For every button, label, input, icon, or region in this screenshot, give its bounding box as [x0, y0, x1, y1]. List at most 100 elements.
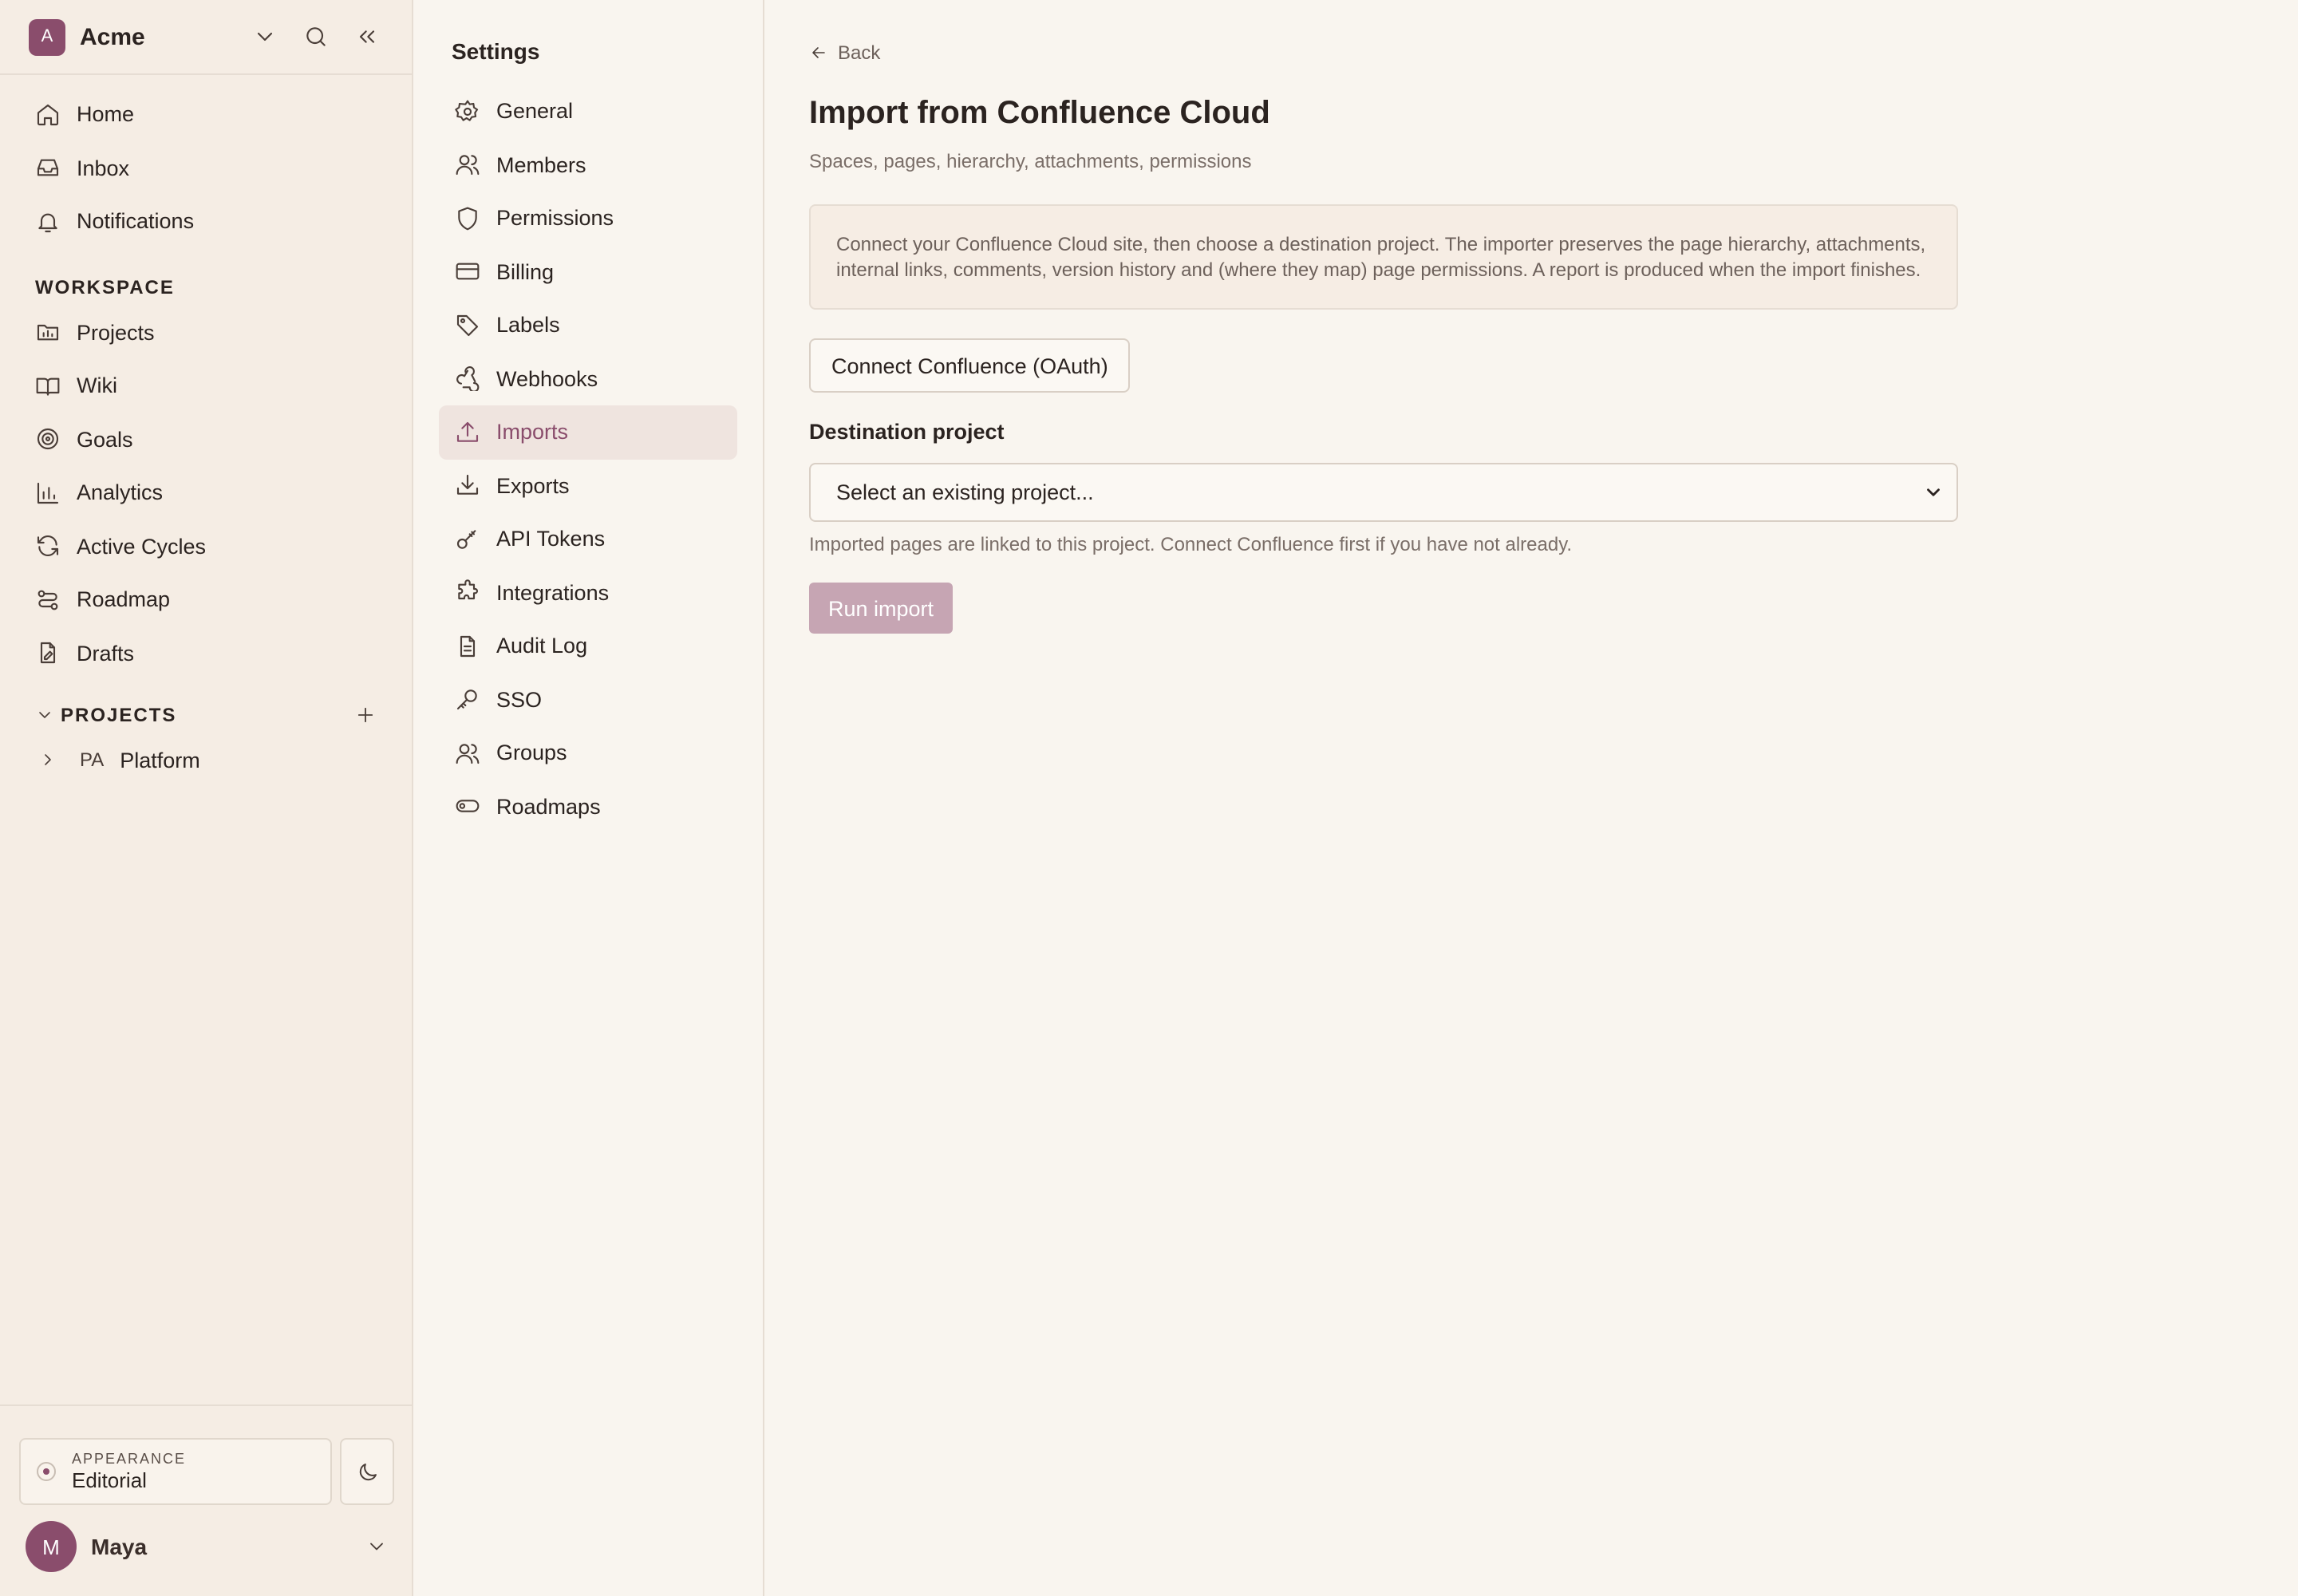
chevron-down-icon[interactable]: [246, 18, 284, 56]
settings-item-api-tokens[interactable]: API Tokens: [439, 512, 737, 566]
nav-item-inbox[interactable]: Inbox: [0, 141, 412, 195]
nav-item-drafts[interactable]: Drafts: [0, 626, 412, 680]
nav-item-wiki[interactable]: Wiki: [0, 359, 412, 413]
users-icon: [456, 743, 480, 764]
user-menu[interactable]: M Maya: [19, 1521, 394, 1572]
user-icon: [456, 155, 480, 176]
inbox-icon: [37, 160, 59, 176]
settings-item-integrations[interactable]: Integrations: [439, 566, 737, 619]
settings-item-billing[interactable]: Billing: [439, 245, 737, 298]
chevron-down-icon: [39, 712, 50, 718]
search-icon[interactable]: [297, 18, 335, 56]
nav-item-label: Active Cycles: [77, 534, 207, 559]
workspace-avatar[interactable]: A: [29, 18, 65, 55]
settings-item-labels[interactable]: Labels: [439, 298, 737, 352]
credit-card-icon: [456, 263, 480, 280]
select-value: Select an existing project...: [836, 480, 1094, 504]
settings-item-label: Members: [496, 152, 586, 177]
settings-item-imports[interactable]: Imports: [439, 405, 737, 459]
radio-dot-icon: [37, 1462, 56, 1481]
primary-nav: Home Inbox Notifications WORKSPACE Proje…: [0, 75, 412, 785]
key-round-icon: [456, 689, 477, 710]
settings-title: Settings: [452, 38, 540, 64]
projects-section-header[interactable]: PROJECTS: [0, 696, 412, 734]
connect-confluence-button[interactable]: Connect Confluence (OAuth): [809, 338, 1131, 393]
appearance-label: APPEARANCE: [72, 1451, 187, 1467]
nav-item-goals[interactable]: Goals: [0, 413, 412, 466]
nav-item-notifications[interactable]: Notifications: [0, 195, 412, 248]
route-icon: [38, 590, 58, 610]
settings-item-label: General: [496, 99, 574, 124]
destination-project-label: Destination project: [809, 420, 1005, 444]
shield-icon: [458, 207, 477, 230]
settings-item-webhooks[interactable]: Webhooks: [439, 352, 737, 405]
settings-item-label: Imports: [496, 420, 569, 444]
nav-item-label: Roadmap: [77, 587, 171, 612]
back-link[interactable]: Back: [809, 38, 2298, 67]
appearance-row: APPEARANCE Editorial: [19, 1438, 394, 1505]
settings-item-audit-log[interactable]: Audit Log: [439, 619, 737, 673]
file-text-icon: [460, 635, 476, 657]
settings-item-exports[interactable]: Exports: [439, 459, 737, 512]
settings-item-roadmaps[interactable]: Roadmaps: [439, 780, 737, 833]
dark-mode-toggle[interactable]: [340, 1438, 394, 1505]
project-name: Platform: [120, 748, 200, 772]
run-import-button[interactable]: Run import: [809, 583, 954, 634]
draft-icon: [40, 642, 56, 664]
chevron-down-icon: [1927, 488, 1940, 496]
nav-item-label: Notifications: [77, 209, 195, 234]
nav-item-active-cycles[interactable]: Active Cycles: [0, 519, 412, 573]
tag-icon: [456, 314, 479, 336]
avatar: M: [26, 1521, 77, 1572]
nav-item-label: Projects: [77, 320, 155, 345]
settings-item-label: Webhooks: [496, 366, 598, 391]
project-item-platform[interactable]: PA Platform: [0, 734, 412, 785]
webhook-icon: [456, 366, 480, 392]
appearance-value: Editorial: [72, 1468, 147, 1492]
nav-item-label: Analytics: [77, 480, 164, 505]
settings-item-label: Integrations: [496, 580, 610, 605]
main-content: Back Import from Confluence Cloud Spaces…: [764, 0, 2298, 1596]
settings-item-label: Groups: [496, 741, 567, 765]
settings-item-label: Roadmaps: [496, 794, 601, 819]
page-title: Import from Confluence Cloud: [809, 96, 1270, 131]
bar-chart-icon: [37, 482, 59, 504]
refresh-icon: [37, 535, 59, 557]
collapse-sidebar-icon[interactable]: [348, 18, 386, 56]
target-icon: [37, 429, 59, 450]
project-code: PA: [80, 749, 105, 771]
workspace-name[interactable]: Acme: [80, 23, 233, 50]
user-name: Maya: [91, 1534, 148, 1559]
arrow-left-icon: [812, 47, 825, 58]
home-icon: [37, 104, 59, 125]
nav-item-label: Wiki: [77, 373, 117, 398]
page-subtitle: Spaces, pages, hierarchy, attachments, p…: [809, 150, 1252, 172]
nav-item-roadmap[interactable]: Roadmap: [0, 573, 412, 626]
settings-item-general[interactable]: General: [439, 85, 737, 138]
settings-item-groups[interactable]: Groups: [439, 726, 737, 780]
settings-item-label: Exports: [496, 473, 570, 498]
destination-project-select[interactable]: Select an existing project...: [809, 463, 1958, 522]
settings-item-members[interactable]: Members: [439, 138, 737, 192]
settings-item-permissions[interactable]: Permissions: [439, 192, 737, 245]
chevron-right-icon[interactable]: [38, 750, 57, 769]
book-icon: [36, 377, 60, 396]
toggle-icon: [456, 800, 480, 813]
info-panel: Connect your Confluence Cloud site, then…: [809, 204, 1958, 310]
projects-section-title: PROJECTS: [61, 704, 177, 726]
settings-item-label: Permissions: [496, 206, 614, 231]
plus-icon[interactable]: [354, 704, 377, 726]
nav-item-label: Inbox: [77, 156, 130, 180]
settings-item-sso[interactable]: SSO: [439, 673, 737, 726]
settings-item-label: Audit Log: [496, 634, 588, 658]
appearance-selector[interactable]: APPEARANCE Editorial: [19, 1438, 332, 1505]
upload-icon: [456, 421, 479, 442]
nav-item-label: Drafts: [77, 641, 135, 666]
gear-icon: [455, 100, 479, 121]
puzzle-icon: [458, 579, 478, 600]
nav-item-home[interactable]: Home: [0, 88, 412, 141]
nav-item-analytics[interactable]: Analytics: [0, 466, 412, 519]
download-icon: [456, 475, 479, 496]
settings-item-label: Labels: [496, 313, 560, 338]
nav-item-projects[interactable]: Projects: [0, 306, 412, 359]
